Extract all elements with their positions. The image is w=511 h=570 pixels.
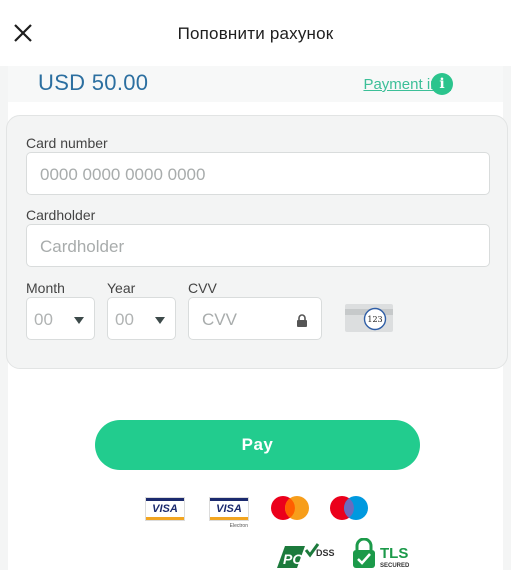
- cardholder-input[interactable]: Cardholder: [26, 224, 490, 267]
- chevron-down-icon: [155, 317, 165, 324]
- tls-secured-text: SECURED: [380, 563, 410, 569]
- amount-bar: USD 50.00 Payment info i: [8, 66, 503, 102]
- payment-amount: USD 50.00: [38, 70, 149, 95]
- tls-text: TLS: [380, 545, 408, 562]
- card-back-cvv-icon: 123: [345, 304, 393, 332]
- cvv-label: CVV: [188, 280, 217, 296]
- year-value: 00: [115, 310, 134, 329]
- tls-secured-logo: TLS SECURED: [353, 538, 410, 569]
- visa-logo: VISA: [146, 498, 184, 520]
- year-label: Year: [107, 280, 136, 296]
- month-select[interactable]: 00: [26, 297, 95, 340]
- pay-button[interactable]: Pay: [95, 420, 420, 470]
- cvv-hint-text: 123: [367, 315, 382, 324]
- card-number-input[interactable]: 0000 0000 0000 0000: [26, 152, 490, 195]
- cardholder-label: Cardholder: [26, 207, 96, 223]
- card-number-label: Card number: [26, 135, 108, 151]
- visa-electron-caption: Electron: [229, 523, 248, 529]
- mastercard-logo: [271, 496, 309, 520]
- month-value: 00: [34, 310, 53, 329]
- page-title: Поповнити рахунок: [177, 24, 334, 43]
- svg-text:PCI: PCI: [283, 551, 307, 567]
- cvv-placeholder: CVV: [202, 310, 237, 329]
- svg-text:DSS: DSS: [316, 548, 335, 558]
- pci-dss-logo: PCI DSS: [277, 543, 335, 568]
- card-form: Card number 0000 0000 0000 0000 Cardhold…: [6, 115, 508, 369]
- lock-icon: [297, 314, 307, 327]
- card-number-placeholder: 0000 0000 0000 0000: [40, 165, 206, 184]
- chevron-down-icon: [74, 317, 84, 324]
- visa-electron-logo: VISA: [210, 498, 248, 520]
- info-icon[interactable]: i: [431, 73, 453, 95]
- cvv-input[interactable]: CVV: [188, 297, 322, 340]
- month-label: Month: [26, 280, 65, 296]
- year-select[interactable]: 00: [107, 297, 176, 340]
- maestro-logo: [330, 496, 368, 520]
- cardholder-placeholder: Cardholder: [40, 237, 125, 256]
- header: Поповнити рахунок: [0, 0, 511, 66]
